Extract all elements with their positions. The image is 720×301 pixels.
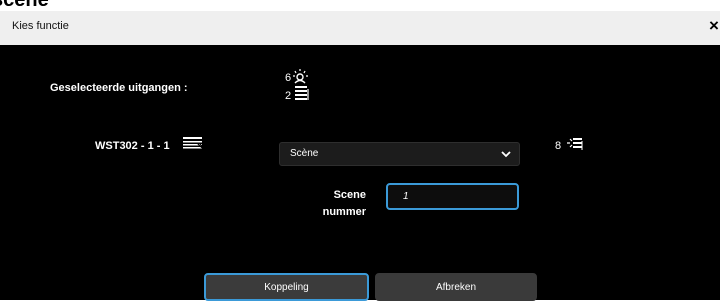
- scene-number-label: Scene nummer: [300, 187, 366, 221]
- chevron-down-icon: [501, 151, 511, 158]
- screen-blind-icon: [183, 137, 203, 149]
- choose-function-dialog: Kies functie × Geselecteerde uitgangen :…: [0, 11, 720, 301]
- function-select[interactable]: Scène: [279, 142, 520, 166]
- linked-count: 8: [555, 140, 562, 152]
- close-icon[interactable]: ×: [709, 17, 719, 34]
- link-button[interactable]: Koppeling: [204, 273, 369, 301]
- scene-label-line2: nummer: [322, 206, 366, 218]
- shutter-count: 2: [285, 90, 292, 102]
- scene-label-line1: Scene: [333, 189, 366, 201]
- light-group-icon: [293, 69, 308, 84]
- shutter-icon: [295, 86, 309, 100]
- function-select-value: Scène: [290, 148, 319, 159]
- dialog-header: Kies functie ×: [0, 11, 720, 45]
- cancel-button[interactable]: Afbreken: [375, 273, 537, 301]
- light-shutter-icon: [567, 138, 583, 150]
- dialog-title: Kies functie: [12, 20, 69, 32]
- scene-number-input[interactable]: [386, 183, 519, 210]
- selected-outputs-label: Geselecteerde uitgangen :: [50, 82, 188, 94]
- light-group-count: 6: [285, 72, 292, 84]
- output-name: WST302 - 1 - 1: [95, 140, 170, 152]
